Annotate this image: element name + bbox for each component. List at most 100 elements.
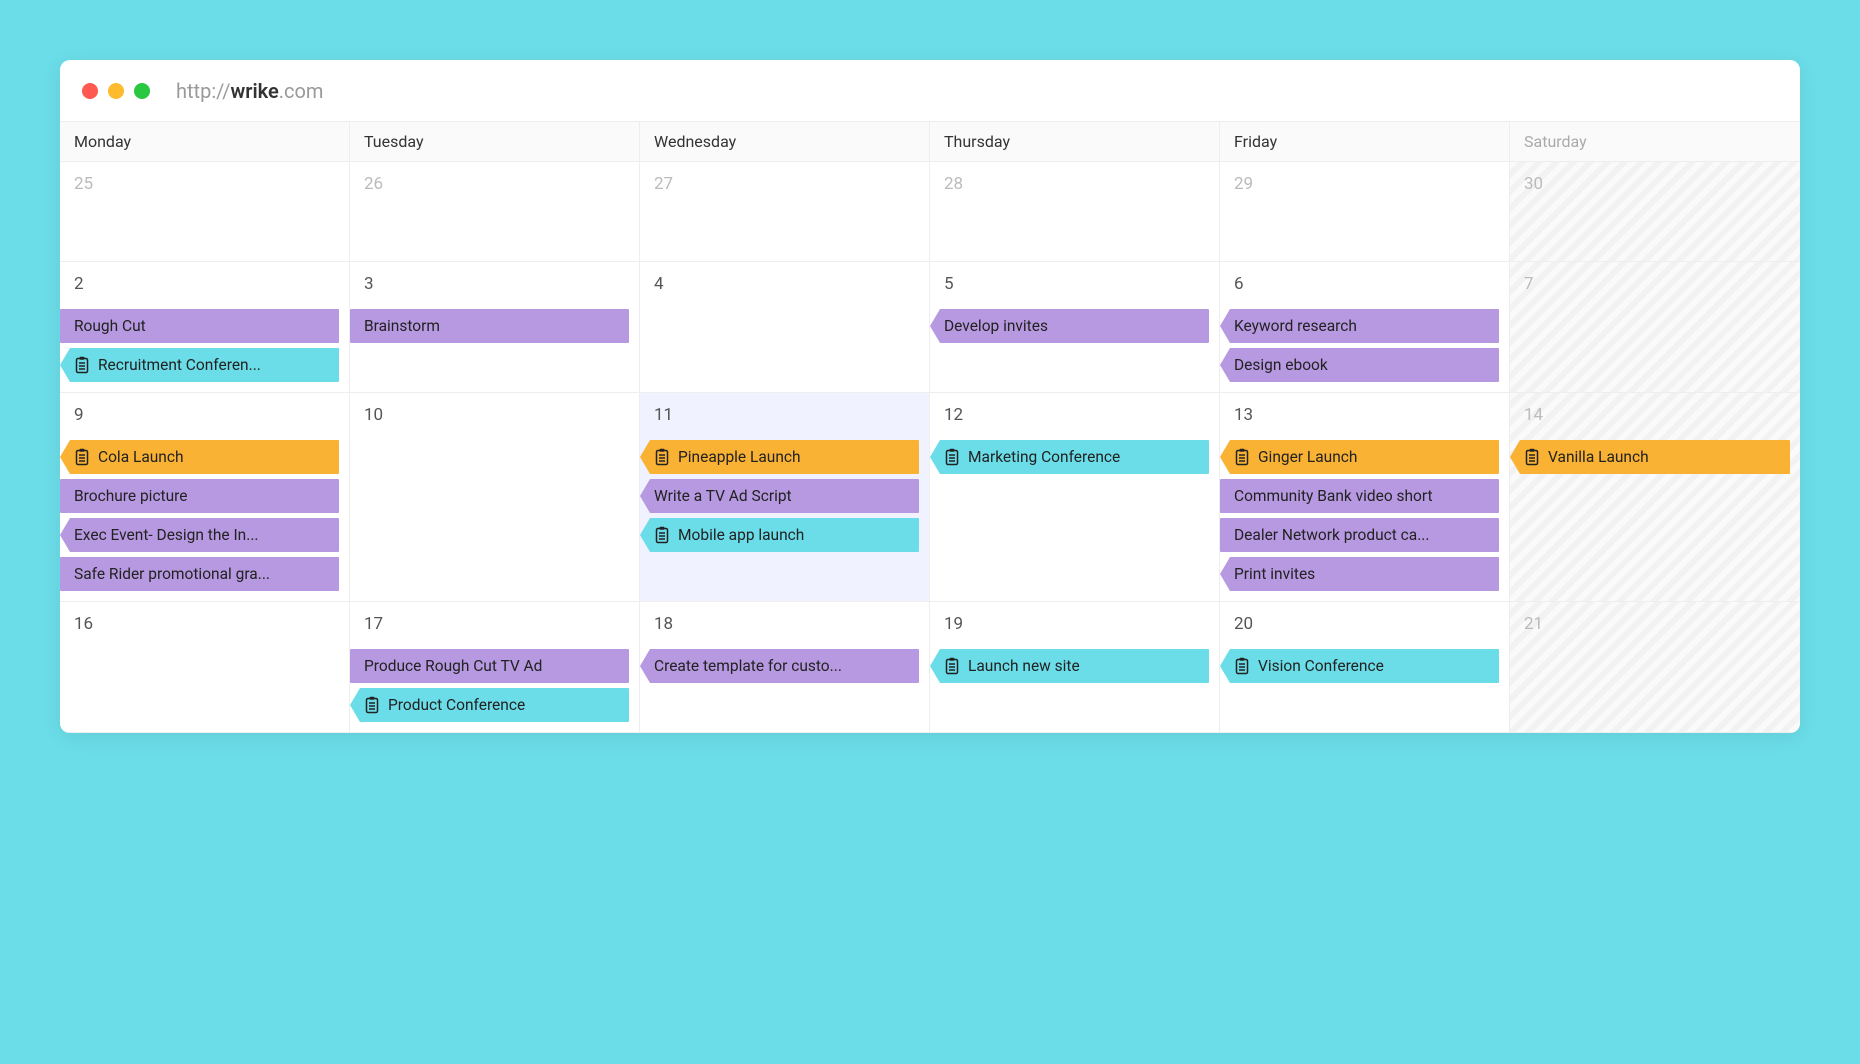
event-label: Brainstorm	[364, 317, 440, 335]
day-number: 13	[1226, 401, 1503, 435]
calendar-cell[interactable]: 10	[350, 393, 640, 602]
day-number: 30	[1516, 170, 1794, 204]
day-number: 28	[936, 170, 1213, 204]
calendar-cell[interactable]: 12 Marketing Conference	[930, 393, 1220, 602]
calendar-event[interactable]: Write a TV Ad Script	[640, 479, 919, 513]
address-bar[interactable]: http://wrike.com	[176, 79, 323, 103]
calendar-cell[interactable]: 21	[1510, 602, 1800, 733]
calendar-event[interactable]: Design ebook	[1220, 348, 1499, 382]
calendar-event[interactable]: Product Conference	[350, 688, 629, 722]
calendar-cell[interactable]: 14 Vanilla Launch	[1510, 393, 1800, 602]
event-label: Marketing Conference	[968, 448, 1120, 466]
event-label: Vanilla Launch	[1548, 448, 1649, 466]
app-window: http://wrike.com MondayTuesdayWednesdayT…	[60, 60, 1800, 733]
titlebar: http://wrike.com	[60, 60, 1800, 122]
calendar-cell[interactable]: 9 Cola LaunchBrochure pictureExec Event-…	[60, 393, 350, 602]
clipboard-icon	[944, 657, 960, 675]
calendar-cell[interactable]: 17Produce Rough Cut TV Ad Product Confer…	[350, 602, 640, 733]
close-icon[interactable]	[82, 83, 98, 99]
clipboard-icon	[944, 448, 960, 466]
day-number: 10	[356, 401, 633, 435]
event-label: Pineapple Launch	[678, 448, 801, 466]
calendar-cell[interactable]: 13 Ginger Launch Community Bank video sho…	[1220, 393, 1510, 602]
event-label: Launch new site	[968, 657, 1080, 675]
calendar-cell[interactable]: 5Develop invites	[930, 262, 1220, 393]
calendar-event[interactable]: Vanilla Launch	[1510, 440, 1790, 474]
calendar-event[interactable]: Rough Cut	[60, 309, 339, 343]
calendar-cell[interactable]: 30	[1510, 162, 1800, 262]
calendar-event[interactable]: Vision Conference	[1220, 649, 1499, 683]
calendar-cell[interactable]: 29	[1220, 162, 1510, 262]
calendar-event[interactable]: Safe Rider promotional gra...	[60, 557, 339, 591]
event-label: Dealer Network product ca...	[1234, 526, 1429, 544]
day-header-cell: Monday	[60, 122, 350, 161]
calendar-grid: 2526 27 282930 2Rough Cut Recruitment Confe…	[60, 162, 1800, 733]
event-label: Recruitment Conferen...	[98, 356, 261, 374]
day-number: 27	[646, 170, 923, 204]
day-number: 12	[936, 401, 1213, 435]
event-label: Brochure picture	[74, 487, 188, 505]
calendar-cell[interactable]: 6Keyword researchDesign ebook	[1220, 262, 1510, 393]
calendar-cell[interactable]: 2Rough Cut Recruitment Conferen...	[60, 262, 350, 393]
minimize-icon[interactable]	[108, 83, 124, 99]
calendar-event[interactable]: Cola Launch	[60, 440, 339, 474]
calendar-cell[interactable]: 4	[640, 262, 930, 393]
calendar-event[interactable]: Keyword research	[1220, 309, 1499, 343]
day-number: 16	[66, 610, 343, 644]
calendar-cell[interactable]: 20 Vision Conference	[1220, 602, 1510, 733]
event-label: Rough Cut	[74, 317, 146, 335]
calendar-event[interactable]: Exec Event- Design the In...	[60, 518, 339, 552]
event-label: Write a TV Ad Script	[654, 487, 792, 505]
calendar-cell[interactable]: 18 Create template for custo...	[640, 602, 930, 733]
calendar-event[interactable]: Ginger Launch	[1220, 440, 1499, 474]
clipboard-icon	[74, 448, 90, 466]
clipboard-icon	[654, 448, 670, 466]
day-header-cell: Thursday	[930, 122, 1220, 161]
calendar-event[interactable]: Launch new site	[930, 649, 1209, 683]
clipboard-icon	[1234, 448, 1250, 466]
calendar-event[interactable]: Develop invites	[930, 309, 1209, 343]
calendar-event[interactable]: Produce Rough Cut TV Ad	[350, 649, 629, 683]
day-number: 18	[646, 610, 923, 644]
clipboard-icon	[1234, 657, 1250, 675]
day-number: 14	[1516, 401, 1794, 435]
calendar-event[interactable]: Pineapple Launch	[640, 440, 919, 474]
event-label: Safe Rider promotional gra...	[74, 565, 270, 583]
day-header-cell: Tuesday	[350, 122, 640, 161]
calendar-cell[interactable]: 19 Launch new site	[930, 602, 1220, 733]
calendar-event[interactable]: Dealer Network product ca...	[1220, 518, 1499, 552]
calendar-cell[interactable]: 26	[350, 162, 640, 262]
calendar-cell[interactable]: 11 Pineapple LaunchWrite a TV Ad Script …	[640, 393, 930, 602]
event-label: Vision Conference	[1258, 657, 1384, 675]
event-label: Community Bank video short	[1234, 487, 1433, 505]
calendar-event[interactable]: Print invites	[1220, 557, 1499, 591]
calendar-cell[interactable]: 16	[60, 602, 350, 733]
event-label: Create template for custo...	[654, 657, 842, 675]
calendar-cell[interactable]: 27	[640, 162, 930, 262]
calendar-event[interactable]: Marketing Conference	[930, 440, 1209, 474]
event-label: Mobile app launch	[678, 526, 804, 544]
event-label: Print invites	[1234, 565, 1315, 583]
calendar-cell[interactable]: 3 Brainstorm	[350, 262, 640, 393]
calendar-event[interactable]: Brainstorm	[350, 309, 629, 343]
day-number: 7	[1516, 270, 1794, 304]
url-domain: wrike	[231, 79, 279, 103]
calendar-event[interactable]: Community Bank video short	[1220, 479, 1499, 513]
calendar-cell[interactable]: 28	[930, 162, 1220, 262]
event-label: Ginger Launch	[1258, 448, 1357, 466]
day-number: 11	[646, 401, 923, 435]
day-number: 26	[356, 170, 633, 204]
calendar-cell[interactable]: 7	[1510, 262, 1800, 393]
calendar-event[interactable]: Recruitment Conferen...	[60, 348, 339, 382]
maximize-icon[interactable]	[134, 83, 150, 99]
calendar-event[interactable]: Mobile app launch	[640, 518, 919, 552]
day-number: 4	[646, 270, 923, 304]
event-label: Produce Rough Cut TV Ad	[364, 657, 542, 675]
window-controls	[82, 83, 150, 99]
event-label: Design ebook	[1234, 356, 1328, 374]
day-number: 3	[356, 270, 633, 304]
url-suffix: .com	[279, 79, 324, 103]
calendar-event[interactable]: Create template for custo...	[640, 649, 919, 683]
calendar-event[interactable]: Brochure picture	[60, 479, 339, 513]
calendar-cell[interactable]: 25	[60, 162, 350, 262]
